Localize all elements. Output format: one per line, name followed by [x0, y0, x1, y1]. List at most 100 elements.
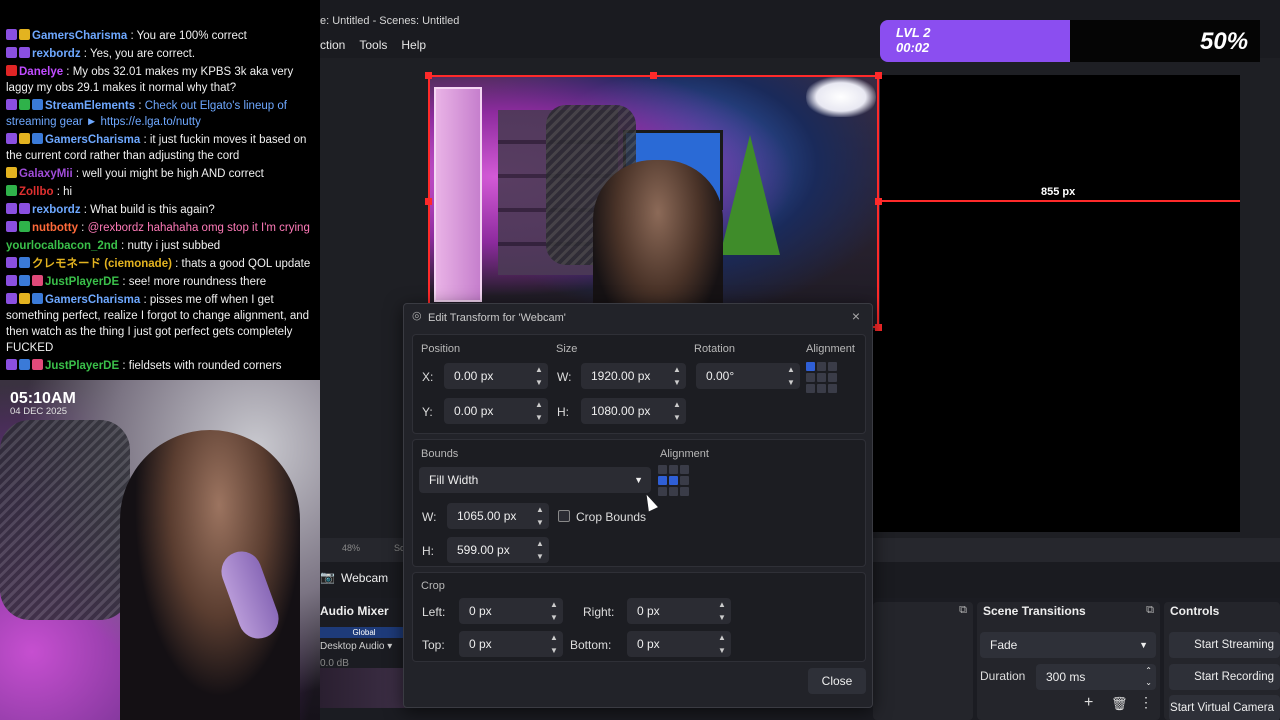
- chevron-down-icon: ▼: [1139, 640, 1148, 650]
- align-top[interactable]: [669, 465, 678, 474]
- crop-bottom-input[interactable]: 0 px ▲ ▼: [627, 631, 731, 657]
- menu-item-scene-collection[interactable]: ction: [320, 36, 345, 58]
- audio-global-tab[interactable]: Global: [320, 627, 408, 638]
- start-streaming-button[interactable]: Start Streaming: [1169, 632, 1280, 658]
- chat-username[interactable]: StreamElements: [45, 100, 135, 112]
- align-center[interactable]: [817, 373, 826, 382]
- resize-handle-left[interactable]: [425, 198, 432, 205]
- bounds-h-input[interactable]: 599.00 px ▲ ▼: [447, 537, 549, 563]
- size-h-input[interactable]: 1080.00 px ▲ ▼: [581, 398, 686, 424]
- resize-handle-br[interactable]: [875, 324, 882, 331]
- spin-down-icon[interactable]: ▼: [715, 644, 729, 657]
- align-left[interactable]: [658, 476, 667, 485]
- chat-username[interactable]: Danelye: [19, 66, 63, 78]
- align-left[interactable]: [806, 373, 815, 382]
- dock-float-icon[interactable]: ⧉: [1146, 604, 1154, 617]
- alignment-grid[interactable]: [806, 362, 837, 393]
- spin-up-icon[interactable]: ▲: [533, 537, 547, 550]
- align-right[interactable]: [828, 373, 837, 382]
- align-bottom-left[interactable]: [658, 487, 667, 496]
- bounds-w-input[interactable]: 1065.00 px ▲ ▼: [447, 503, 549, 529]
- chat-username[interactable]: JustPlayerDE: [45, 276, 119, 288]
- crop-top-input[interactable]: 0 px ▲ ▼: [459, 631, 563, 657]
- chat-message: JustPlayerDE : fieldsets with rounded co…: [6, 358, 314, 374]
- align-bottom-right[interactable]: [828, 384, 837, 393]
- position-y-input[interactable]: 0.00 px ▲ ▼: [444, 398, 548, 424]
- start-virtual-camera-button[interactable]: Start Virtual Camera: [1169, 695, 1280, 720]
- chat-username[interactable]: nutbotty: [32, 222, 78, 234]
- chat-separator: :: [119, 360, 129, 372]
- close-button[interactable]: Close: [808, 668, 866, 694]
- chat-username[interactable]: GalaxyMii: [19, 168, 73, 180]
- spin-down-icon[interactable]: ▼: [532, 411, 546, 424]
- spin-down-icon[interactable]: ▼: [547, 611, 561, 624]
- crop-bounds-label[interactable]: Crop Bounds: [576, 510, 646, 524]
- trash-icon[interactable]: 🗑: [1111, 696, 1128, 712]
- chat-username[interactable]: クレモネード (ciemonade): [32, 258, 172, 270]
- align-right[interactable]: [680, 476, 689, 485]
- position-x-input[interactable]: 0.00 px ▲ ▼: [444, 363, 548, 389]
- spin-down-icon[interactable]: ⌄: [1145, 670, 1152, 696]
- align-top-right[interactable]: [828, 362, 837, 371]
- spin-up-icon[interactable]: ▲: [532, 398, 546, 411]
- align-bottom[interactable]: [817, 384, 826, 393]
- chat-username[interactable]: GamersCharisma: [45, 134, 140, 146]
- chat-username[interactable]: Zollbo: [19, 186, 54, 198]
- align-top-right[interactable]: [680, 465, 689, 474]
- spin-up-icon[interactable]: ▲: [547, 631, 561, 644]
- spin-up-icon[interactable]: ▲: [547, 598, 561, 611]
- chat-username[interactable]: rexbordz: [32, 204, 81, 216]
- more-options-icon[interactable]: ⋮: [1139, 694, 1153, 711]
- align-top-left[interactable]: [806, 362, 815, 371]
- duration-spinbox[interactable]: 300 ms ⌃ ⌄: [1036, 664, 1156, 690]
- crop-bounds-checkbox[interactable]: [558, 510, 570, 522]
- spin-down-icon[interactable]: ▼: [547, 644, 561, 657]
- spin-down-icon[interactable]: ▼: [670, 411, 684, 424]
- spin-up-icon[interactable]: ▲: [670, 398, 684, 411]
- align-center[interactable]: [669, 476, 678, 485]
- dock-float-icon[interactable]: ⧉: [959, 604, 967, 617]
- spin-down-icon[interactable]: ▼: [533, 550, 547, 563]
- bounds-type-select[interactable]: Fill Width ▼: [419, 467, 651, 493]
- transform-selection-box[interactable]: [428, 75, 879, 328]
- close-icon[interactable]: ×: [848, 307, 864, 325]
- resize-handle-tr[interactable]: [875, 72, 882, 79]
- size-w-label: W:: [557, 370, 572, 384]
- add-transition-icon[interactable]: +: [1084, 694, 1093, 712]
- size-w-input[interactable]: 1920.00 px ▲ ▼: [581, 363, 686, 389]
- chat-username[interactable]: GamersCharisma: [45, 294, 140, 306]
- start-recording-button[interactable]: Start Recording: [1169, 664, 1280, 690]
- align-top-left[interactable]: [658, 465, 667, 474]
- resize-handle-top[interactable]: [650, 72, 657, 79]
- spin-up-icon[interactable]: ▲: [532, 363, 546, 376]
- spin-up-icon[interactable]: ▲: [670, 363, 684, 376]
- chat-username[interactable]: GamersCharisma: [32, 30, 127, 42]
- spin-down-icon[interactable]: ▼: [532, 376, 546, 389]
- align-bottom-left[interactable]: [806, 384, 815, 393]
- transition-select[interactable]: Fade ▼: [980, 632, 1156, 658]
- spin-down-icon[interactable]: ▼: [784, 376, 798, 389]
- align-bottom-right[interactable]: [680, 487, 689, 496]
- bounds-alignment-grid[interactable]: [658, 465, 689, 496]
- menu-item-help[interactable]: Help: [401, 36, 426, 58]
- spin-down-icon[interactable]: ▼: [670, 376, 684, 389]
- align-top[interactable]: [817, 362, 826, 371]
- crop-right-input[interactable]: 0 px ▲ ▼: [627, 598, 731, 624]
- menu-item-tools[interactable]: Tools: [359, 36, 387, 58]
- audio-desktop-label[interactable]: Desktop Audio ▾: [320, 641, 392, 652]
- resize-handle-tl[interactable]: [425, 72, 432, 79]
- chat-text: see! more roundness there: [128, 276, 267, 288]
- spin-up-icon[interactable]: ▲: [533, 503, 547, 516]
- chat-username[interactable]: JustPlayerDE: [45, 360, 119, 372]
- align-bottom[interactable]: [669, 487, 678, 496]
- chat-separator: :: [117, 240, 128, 252]
- chat-username[interactable]: yourlocalbacon_2nd: [6, 240, 118, 252]
- spin-up-icon[interactable]: ▲: [715, 598, 729, 611]
- spin-up-icon[interactable]: ▲: [715, 631, 729, 644]
- chat-username[interactable]: rexbordz: [32, 48, 81, 60]
- rotation-input[interactable]: 0.00° ▲ ▼: [696, 363, 800, 389]
- spin-down-icon[interactable]: ▼: [533, 516, 547, 529]
- spin-up-icon[interactable]: ▲: [784, 363, 798, 376]
- crop-left-input[interactable]: 0 px ▲ ▼: [459, 598, 563, 624]
- spin-down-icon[interactable]: ▼: [715, 611, 729, 624]
